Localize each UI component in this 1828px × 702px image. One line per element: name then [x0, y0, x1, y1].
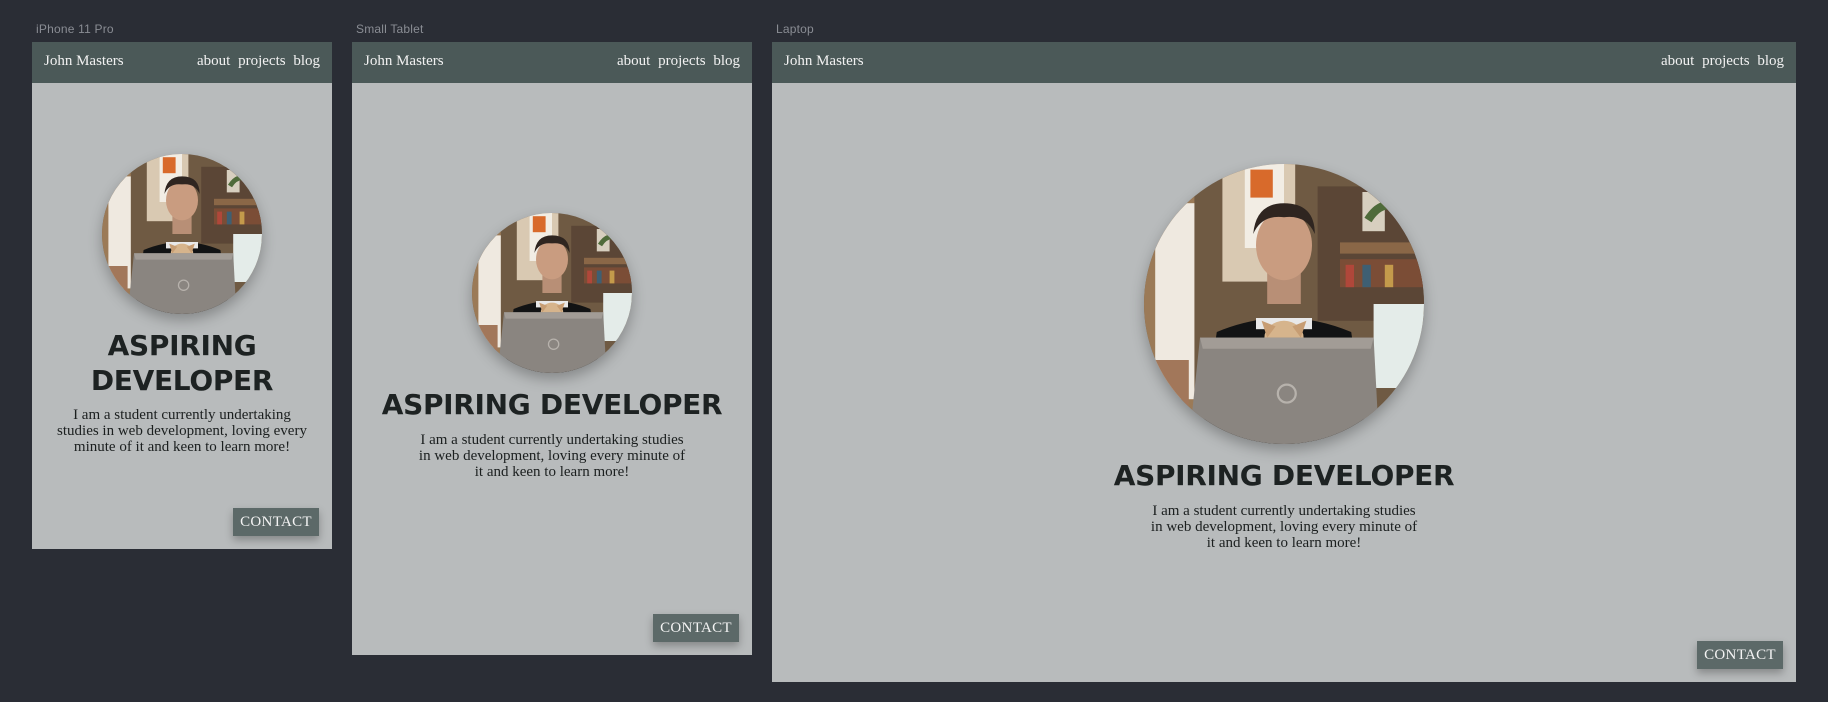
nav-link-blog[interactable]: blog	[293, 53, 320, 69]
intro-line: it and keen to learn more!	[474, 464, 630, 480]
contact-button[interactable]: CONTACT	[653, 614, 739, 642]
intro-line: studies in web development, loving every	[57, 423, 307, 439]
intro-line: in web development, loving every minute …	[1150, 519, 1418, 535]
hero-headline-line: DEVELOPER	[90, 364, 274, 397]
intro-line: I am a student currently undertaking stu…	[420, 432, 684, 448]
nav-link-blog[interactable]: blog	[1757, 53, 1784, 69]
laptop-frame: John Masters about projects blog ASPIRIN…	[772, 42, 1796, 682]
small-tablet-frame: John Masters about projects blog ASPIRIN…	[352, 42, 752, 655]
intro-line: I am a student currently undertaking stu…	[1152, 503, 1416, 519]
navbar: John Masters about projects blog	[352, 42, 752, 83]
nav-link-projects[interactable]: projects	[1702, 53, 1749, 69]
intro-text: I am a student currently undertaking stu…	[38, 407, 326, 455]
intro-text: I am a student currently undertaking stu…	[392, 432, 712, 480]
nav-link-about[interactable]: about	[1661, 53, 1694, 69]
contact-button[interactable]: CONTACT	[233, 508, 319, 536]
nav-link-about[interactable]: about	[617, 53, 650, 69]
intro-line: in web development, loving every minute …	[418, 448, 686, 464]
navbar: John Masters about projects blog	[32, 42, 332, 83]
hero-headline: ASPIRING DEVELOPER	[32, 328, 332, 398]
profile-avatar	[1144, 164, 1424, 444]
hero-headline-line: ASPIRING DEVELOPER	[1113, 459, 1455, 492]
brand-link[interactable]: John Masters	[44, 53, 124, 70]
brand-link[interactable]: John Masters	[364, 53, 444, 70]
brand-link[interactable]: John Masters	[784, 53, 864, 70]
profile-photo-image	[1144, 164, 1424, 444]
intro-line: it and keen to learn more!	[1206, 535, 1362, 551]
nav-link-projects[interactable]: projects	[238, 53, 285, 69]
nav-link-blog[interactable]: blog	[713, 53, 740, 69]
navbar: John Masters about projects blog	[772, 42, 1796, 83]
contact-button[interactable]: CONTACT	[1697, 641, 1783, 669]
frame-label-iphone: iPhone 11 Pro	[36, 22, 114, 36]
nav-links: about projects blog	[193, 53, 320, 70]
hero-headline: ASPIRING DEVELOPER	[352, 387, 752, 422]
hero-headline-line: ASPIRING	[107, 329, 257, 362]
frame-label-laptop: Laptop	[776, 22, 814, 36]
profile-avatar	[102, 154, 262, 314]
intro-text: I am a student currently undertaking stu…	[1124, 503, 1444, 551]
intro-line: minute of it and keen to learn more!	[73, 439, 291, 455]
profile-avatar	[472, 213, 632, 373]
hero-headline: ASPIRING DEVELOPER	[772, 458, 1796, 493]
intro-line: I am a student currently undertaking	[73, 407, 291, 423]
profile-photo-image	[102, 154, 262, 314]
nav-links: about projects blog	[613, 53, 740, 70]
nav-links: about projects blog	[1657, 53, 1784, 70]
frame-label-small-tablet: Small Tablet	[356, 22, 424, 36]
nav-link-about[interactable]: about	[197, 53, 230, 69]
iphone-frame: John Masters about projects blog ASPIRIN…	[32, 42, 332, 549]
hero-headline-line: ASPIRING DEVELOPER	[381, 388, 723, 421]
profile-photo-image	[472, 213, 632, 373]
nav-link-projects[interactable]: projects	[658, 53, 705, 69]
